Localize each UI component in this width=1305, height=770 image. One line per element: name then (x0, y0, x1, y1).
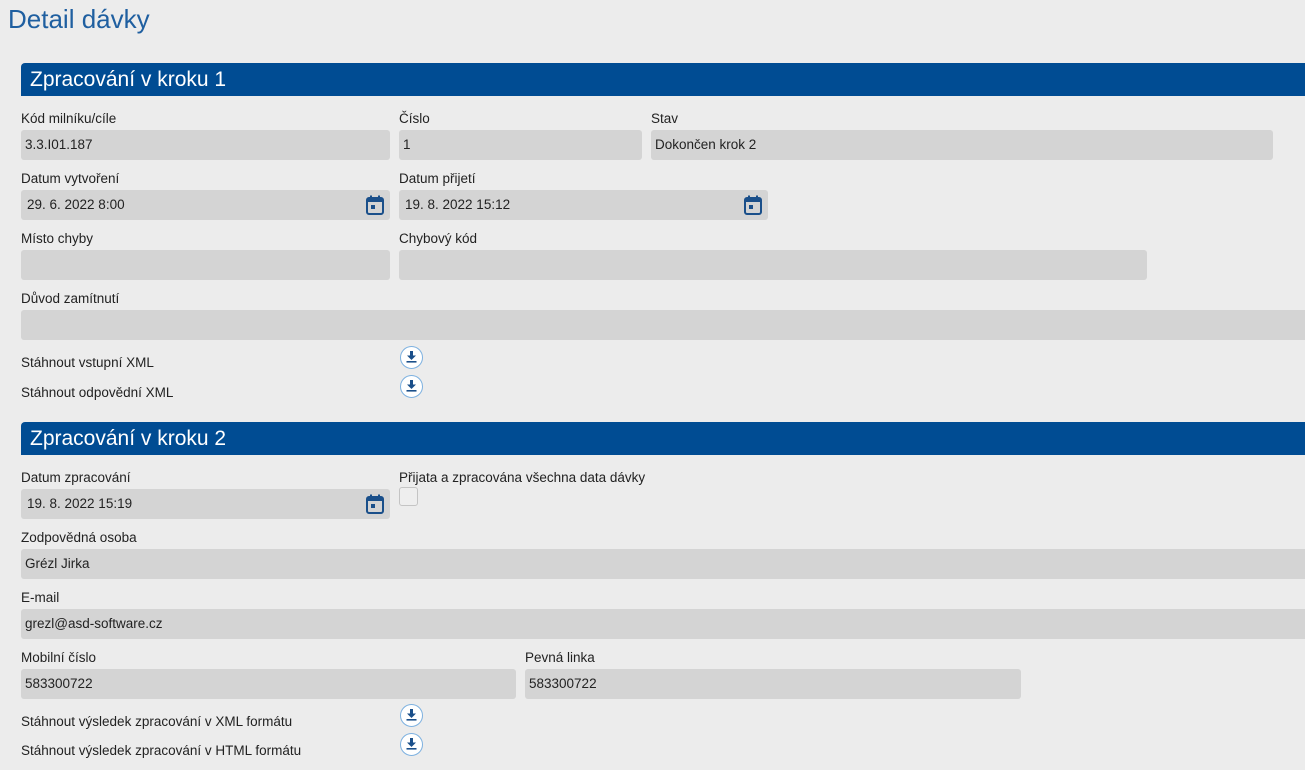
download-input-xml-label: Stáhnout vstupní XML (21, 355, 154, 370)
received-date-field[interactable]: 19. 8. 2022 15:12 (399, 190, 768, 220)
processed-date-field[interactable]: 19. 8. 2022 15:19 (21, 489, 390, 519)
download-result-html-button[interactable] (400, 733, 423, 756)
responsible-person-label: Zodpovědná osoba (21, 530, 137, 545)
mobile-label: Mobilní číslo (21, 650, 97, 665)
download-icon (406, 351, 417, 363)
calendar-icon[interactable] (366, 195, 384, 215)
status-label: Stav (651, 111, 679, 126)
rejection-reason-label: Důvod zamítnutí (21, 291, 120, 306)
email-field[interactable]: grezl@asd-software.cz (21, 609, 1305, 639)
section-header-step-2: Zpracování v kroku 2 (21, 422, 1305, 455)
status-field[interactable]: Dokončen krok 2 (651, 130, 1273, 160)
created-date-field[interactable]: 29. 6. 2022 8:00 (21, 190, 390, 220)
created-date-label: Datum vytvoření (21, 171, 120, 186)
error-location-field[interactable] (21, 250, 390, 280)
download-result-xml-button[interactable] (400, 704, 423, 727)
created-date-value: 29. 6. 2022 8:00 (27, 197, 125, 212)
download-response-xml-button[interactable] (400, 375, 423, 398)
download-input-xml-button[interactable] (400, 346, 423, 369)
download-icon (406, 738, 417, 750)
section-header-step-1: Zpracování v kroku 1 (21, 63, 1305, 96)
milestone-code-label: Kód milníku/cíle (21, 111, 117, 126)
rejection-reason-field[interactable] (21, 310, 1305, 340)
download-result-xml-label: Stáhnout výsledek zpracování v XML formá… (21, 714, 293, 729)
all-data-received-label: Přijata a zpracována všechna data dávky (399, 470, 646, 485)
download-result-html-label: Stáhnout výsledek zpracování v HTML form… (21, 743, 302, 758)
mobile-field[interactable]: 583300722 (21, 669, 516, 699)
error-code-field[interactable] (399, 250, 1147, 280)
all-data-received-checkbox[interactable] (399, 487, 418, 506)
landline-label: Pevná linka (525, 650, 595, 665)
download-icon (406, 709, 417, 721)
calendar-icon[interactable] (744, 195, 762, 215)
number-field[interactable]: 1 (399, 130, 642, 160)
number-label: Číslo (399, 111, 430, 126)
page-title: Detail dávky (8, 4, 150, 34)
processed-date-label: Datum zpracování (21, 470, 131, 485)
error-location-label: Místo chyby (21, 231, 94, 246)
received-date-label: Datum přijetí (399, 171, 476, 186)
landline-field[interactable]: 583300722 (525, 669, 1021, 699)
responsible-person-field[interactable]: Grézl Jirka (21, 549, 1305, 579)
error-code-label: Chybový kód (399, 231, 478, 246)
download-response-xml-label: Stáhnout odpovědní XML (21, 385, 174, 400)
received-date-value: 19. 8. 2022 15:12 (405, 197, 511, 212)
processed-date-value: 19. 8. 2022 15:19 (27, 496, 133, 511)
email-label: E-mail (21, 590, 60, 605)
download-icon (406, 380, 417, 392)
calendar-icon[interactable] (366, 494, 384, 514)
milestone-code-field[interactable]: 3.3.I01.187 (21, 130, 390, 160)
